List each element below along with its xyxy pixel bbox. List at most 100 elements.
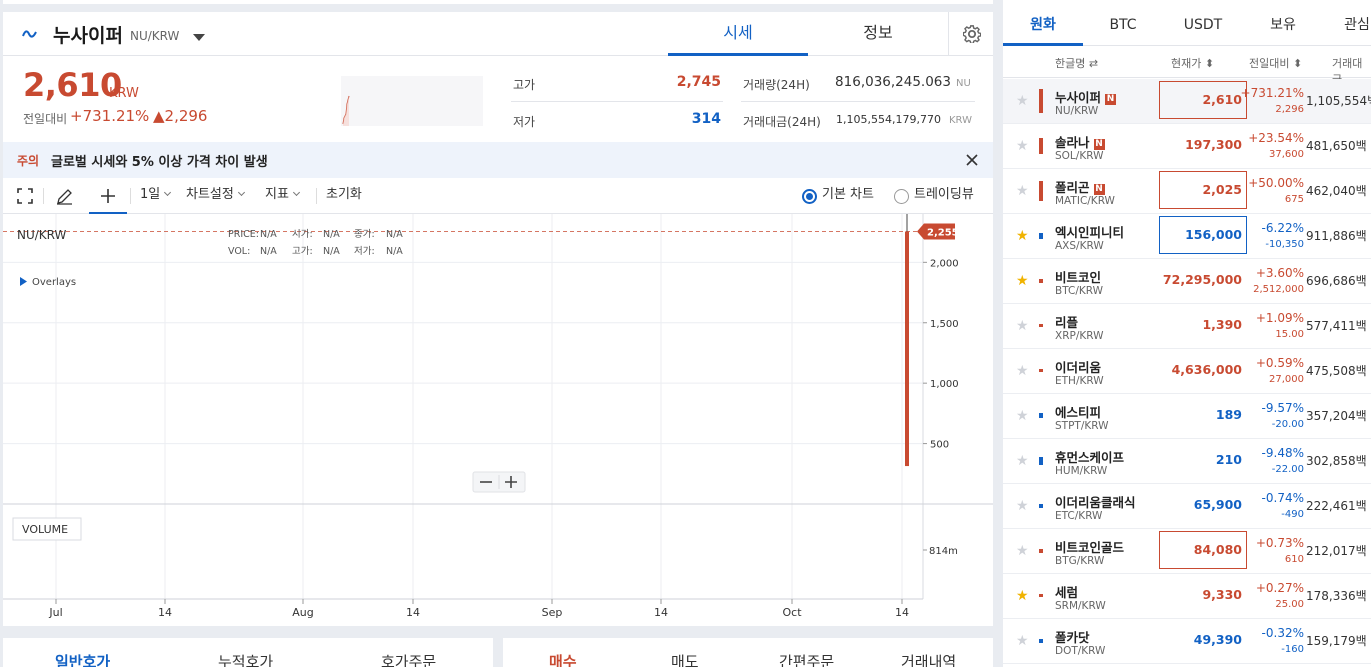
market-row[interactable]: ★ 누사이퍼 N NU/KRW 2,610 +731.21% 2,296 1,105,554백 [1003, 79, 1371, 124]
row-price: 197,300 [1185, 137, 1242, 152]
market-row[interactable]: ★ 비트코인골드 BTG/KRW 84,080 +0.73% 610 212,017백 [1003, 529, 1371, 574]
coin-symbol: SOL/KRW [1055, 150, 1104, 162]
pencil-icon[interactable] [56, 188, 73, 205]
tab-info[interactable]: 정보 [808, 12, 948, 56]
tab-orderbook-order[interactable]: 호가주문 [381, 651, 436, 667]
price-chart[interactable]: 5001,0001,5002,000 Jul 14 Aug 14 Sep 14 Oct 14 … [3, 172, 993, 626]
new-badge: N [1105, 94, 1117, 105]
market-row[interactable]: ★ 이더리움 ETH/KRW 4,636,000 +0.59% 27,000 475,508… [1003, 349, 1371, 394]
coin-symbol: XRP/KRW [1055, 330, 1104, 342]
tab-buy[interactable]: 매수 [549, 651, 577, 667]
market-row[interactable]: ★ 비트코인 BTC/KRW 72,295,000 +3.60% 2,512,000 696… [1003, 259, 1371, 304]
legend-price-label: PRICE: [228, 229, 259, 240]
indicators-label: 지표 [265, 187, 289, 202]
tab-usdt[interactable]: USDT [1163, 0, 1243, 46]
col-korean-name[interactable]: 한글명 ⇄ [1055, 55, 1098, 71]
chevron-down-icon [292, 188, 300, 197]
last-candle-body [905, 231, 909, 467]
tab-holdings[interactable]: 보유 [1243, 0, 1323, 46]
close-icon[interactable] [963, 151, 981, 169]
market-row[interactable]: ★ 폴리곤 N MATIC/KRW 2,025 +50.00% 675 462,040백 [1003, 169, 1371, 214]
market-row[interactable]: ★ 솔라나 N SOL/KRW 197,300 +23.54% 37,600 481,650백 [1003, 124, 1371, 169]
market-row[interactable]: ★ 폴카닷 DOT/KRW 49,390 -0.32% -160 159,179백 [1003, 619, 1371, 664]
chart-settings-dropdown[interactable]: 차트설정 [186, 178, 245, 214]
row-change-amount: -22.00 [1271, 464, 1304, 475]
tab-sell[interactable]: 매도 [671, 651, 699, 667]
legend-close-label: 종가: [354, 229, 375, 240]
settings-button[interactable] [948, 12, 993, 56]
price-gap-notice: 주의 글로벌 시세와 5% 이상 가격 차이 발생 [3, 142, 993, 178]
notice-tag: 주의 [17, 154, 40, 168]
coin-symbol: SRM/KRW [1055, 600, 1106, 612]
price-chart-area[interactable]: 500 1,000 1,500 2,000 Jul 14 Aug 14 Sep 14 Oct 14 … [3, 172, 993, 626]
favorite-star-icon[interactable]: ★ [1016, 633, 1029, 649]
row-change-percent: +0.59% [1255, 356, 1304, 370]
interval-dropdown[interactable]: 1일 [140, 178, 172, 214]
coin-name[interactable]: 누사이퍼 [53, 21, 123, 48]
market-row[interactable]: ★ 리플 XRP/KRW 1,390 +1.09% 15.00 577,411백 [1003, 304, 1371, 349]
coin-header: 누사이퍼 NU/KRW 시세 정보 [3, 12, 993, 56]
stat-divider [511, 101, 723, 102]
fullscreen-icon[interactable] [17, 188, 33, 204]
tab-favorites[interactable]: 관심 [1317, 0, 1371, 46]
mini-candle-icon [1039, 413, 1043, 418]
favorite-star-icon[interactable]: ★ [1016, 498, 1029, 514]
favorite-star-icon[interactable]: ★ [1016, 93, 1029, 109]
y-tick-label: 1,500 [930, 319, 959, 330]
row-price: 65,900 [1193, 497, 1242, 512]
coin-name-text: 이더리움클래식 [1055, 495, 1136, 510]
basic-chart-radio[interactable] [802, 189, 817, 204]
overlays-label[interactable]: Overlays [32, 277, 76, 288]
indicators-dropdown[interactable]: 지표 [265, 178, 300, 214]
favorite-star-icon[interactable]: ★ [1016, 273, 1029, 289]
favorite-star-icon[interactable]: ★ [1016, 543, 1029, 559]
reset-button[interactable]: 초기화 [326, 178, 362, 214]
volume-tick-label: 814m [929, 546, 958, 557]
col-current-price[interactable]: 현재가 ⬍ [1171, 55, 1214, 71]
coin-name-text: 휴먼스케이프 [1055, 450, 1125, 465]
order-panel: 매수 매도 간편주문 거래내역 [503, 638, 993, 667]
favorite-star-icon[interactable]: ★ [1016, 318, 1029, 334]
overlays-toggle-icon[interactable] [20, 277, 27, 286]
market-row[interactable]: ★ 휴먼스케이프 HUM/KRW 210 -9.48% -22.00 302,858백 [1003, 439, 1371, 484]
tab-trade-history[interactable]: 거래내역 [901, 651, 956, 667]
volume-label: 거래량(24H) [743, 78, 810, 92]
row-trade-amount: 302,858백 [1306, 454, 1367, 468]
favorite-star-icon[interactable]: ★ [1016, 228, 1029, 244]
market-row[interactable]: ★ 에스티피 STPT/KRW 189 -9.57% -20.00 357,204백 [1003, 394, 1371, 439]
toolbar-divider [130, 188, 131, 204]
coin-symbol: DOT/KRW [1055, 645, 1106, 657]
tab-simple-order[interactable]: 간편주문 [779, 651, 834, 667]
tradingview-label[interactable]: 트레이딩뷰 [914, 178, 974, 214]
tab-cumulative-orderbook[interactable]: 누적호가 [218, 651, 273, 667]
mini-candle-icon [1039, 138, 1043, 154]
coin-symbol: ETC/KRW [1055, 510, 1103, 522]
market-row[interactable]: ★ 엑시인피니티 AXS/KRW 156,000 -6.22% -10,350 911,88… [1003, 214, 1371, 259]
col-change[interactable]: 전일대비 ⬍ [1249, 55, 1302, 71]
last-price-tag-text: 2,255 [927, 228, 959, 239]
favorite-star-icon[interactable]: ★ [1016, 408, 1029, 424]
basic-chart-label[interactable]: 기본 차트 [822, 178, 874, 214]
row-change-amount: 675 [1284, 194, 1304, 205]
favorite-star-icon[interactable]: ★ [1016, 453, 1029, 469]
tab-krw[interactable]: 원화 [1003, 0, 1083, 46]
favorite-star-icon[interactable]: ★ [1016, 183, 1029, 199]
market-row[interactable]: ★ 세럼 SRM/KRW 9,330 +0.27% 25.00 178,336백 [1003, 574, 1371, 619]
row-change-percent: -0.32% [1261, 626, 1304, 640]
crosshair-tool-button[interactable] [89, 178, 127, 214]
favorite-star-icon[interactable]: ★ [1016, 588, 1029, 604]
coin-korean-name: 엑시인피니티 [1055, 222, 1124, 241]
coin-select-chevron-down-icon[interactable] [193, 34, 205, 41]
legend-high-value: N/A [323, 246, 340, 257]
tradingview-radio[interactable] [894, 189, 909, 204]
mini-candle-icon [1039, 89, 1043, 113]
tab-btc[interactable]: BTC [1083, 0, 1163, 46]
chart-settings-label: 차트설정 [186, 187, 234, 202]
favorite-star-icon[interactable]: ★ [1016, 363, 1029, 379]
market-row[interactable]: ★ 이더리움클래식 ETC/KRW 65,900 -0.74% -490 222,461백 [1003, 484, 1371, 529]
legend-open-label: 시가: [292, 229, 313, 240]
favorite-star-icon[interactable]: ★ [1016, 138, 1029, 154]
tab-price[interactable]: 시세 [668, 12, 808, 56]
last-price-tag: 2,255 [917, 223, 959, 240]
tab-general-orderbook[interactable]: 일반호가 [55, 651, 110, 667]
